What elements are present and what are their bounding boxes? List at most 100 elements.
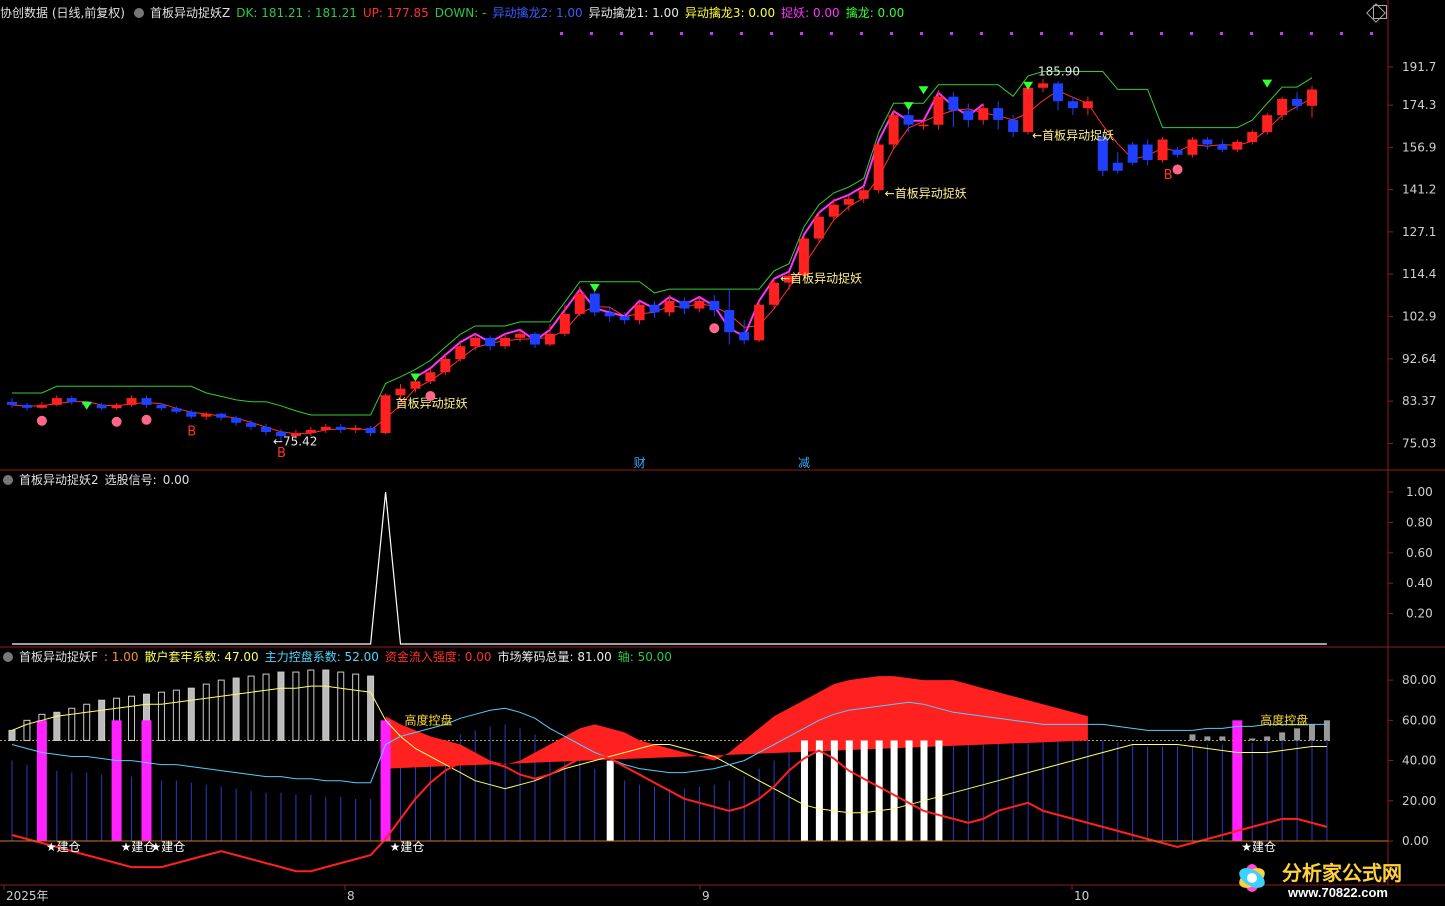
candle-body [813,216,824,239]
header-item-2: DOWN: - [434,6,487,20]
candle-body [858,190,869,199]
candle-body [1247,132,1258,142]
candle-body [111,404,122,409]
chip-bar [1323,720,1330,741]
height-control-area [385,676,1088,769]
candle-body [380,395,391,434]
first-board-label: ←首板异动捉妖 [885,185,967,200]
top-marker-dot [860,32,863,35]
candle-body [1187,139,1198,155]
candle-body [1307,89,1317,106]
panel3-item-2: 主力控盘系数: 52.00 [264,650,379,664]
top-marker-dot [680,32,683,35]
price-tick-label: 156.9 [1402,140,1436,154]
candle-body [933,96,944,125]
candle-body [1172,149,1183,155]
chip-bar [322,669,330,741]
height-control-label: 高度控盘 [1260,712,1308,727]
chip-bar [247,675,255,741]
build-position-bar [141,720,152,841]
candle-body [335,426,346,430]
candle-body [1008,119,1019,133]
candle-body [201,413,212,417]
candle-body [21,404,32,408]
chip-bar [202,683,210,741]
settings-dot-icon[interactable] [134,8,144,18]
badge-icon [425,391,436,402]
sell-signal-triangle [410,373,421,382]
chip-bar [262,673,270,741]
candle-body [470,337,481,347]
top-marker-dot [1220,32,1223,35]
watermark-logo: 分析家公式网 www.70822.com [1228,854,1433,902]
signal-tick-label: 0.60 [1406,546,1433,560]
signal-panel-header: 首板异动捉妖2 选股信号: 0.00 [0,471,189,489]
restore-icon[interactable] [1373,5,1387,19]
chip-bar [217,679,225,741]
top-marker-dot [1040,32,1043,35]
candle-body [828,204,839,217]
price-tick-label: 92.64 [1402,352,1436,366]
sell-signal-triangle [1262,79,1273,88]
header-item-5: 异动擒龙3: 0.00 [684,6,776,20]
build-label: ★建仓 [150,840,185,854]
candle-body [903,115,914,125]
price-tick-label: 191.7 [1402,60,1436,74]
panel3-dot-icon[interactable] [3,652,13,662]
chip-bar [1264,736,1271,741]
top-marker-dot [1340,32,1343,35]
candle-body [843,198,854,205]
top-marker-dot [1280,32,1283,35]
candle-body [1038,83,1049,88]
watermark-url: www.70822.com [1287,885,1388,900]
white-stripe-bar [845,740,853,841]
panel3-item-1: 散户套牢系数: 47.00 [144,650,259,664]
candle-body [918,124,929,127]
build-position-bar [111,720,122,841]
candle-body [320,426,331,430]
top-marker-dot [1190,32,1193,35]
white-stripe-bar [800,740,808,841]
signal-tick-label: 0.80 [1406,515,1433,529]
candle-body [754,304,765,341]
candle-body [410,381,421,389]
candle-body [694,300,705,309]
chip-bar [307,669,315,741]
top-marker-dot [1370,32,1373,35]
candle-body [709,300,720,311]
chip-bar [68,707,76,741]
signal-tick-label: 0.20 [1406,607,1433,621]
candle-body [649,304,660,313]
white-stripe-bar [860,740,868,841]
candle-body [619,316,630,321]
candle-body [679,300,690,309]
top-marker-dot [650,32,653,35]
header-item-1: UP: 177.85 [362,6,429,20]
candle-body [440,358,451,373]
panel2-dot-icon[interactable] [3,475,13,485]
first-board-label: ←首板异动捉妖 [780,271,862,286]
top-marker-dot [1010,32,1013,35]
chip-bar [1189,734,1196,741]
flower-logo-icon: 分析家公式网 www.70822.com [1239,861,1402,900]
candle-body [141,398,152,405]
chip-bar [1204,736,1211,741]
top-marker-dot [1310,32,1313,35]
date-tick-label: 2025年 [6,889,49,903]
chip-bar [98,699,106,741]
panel2-signal-label: 选股信号: [104,473,157,487]
panel3-item-4: 市场筹码总量: 81.00 [497,650,612,664]
build-position-bar [380,720,391,841]
date-tick-label: 8 [347,889,355,903]
chip-bar [187,687,195,741]
control-tick-label: 80.00 [1402,673,1436,687]
indicator-name[interactable]: 首板异动捉妖Z [150,4,230,22]
panel2-title[interactable]: 首板异动捉妖2 [19,471,99,489]
header-item-0: DK: 181.21 : 181.21 [236,6,357,20]
high-price-label: 185.90 [1038,64,1080,78]
panel3-title[interactable]: 首板异动捉妖F [19,648,98,666]
candle-body [739,332,750,341]
candle-body [365,427,376,434]
chip-bar [1309,724,1315,741]
date-tick-label: 10 [1074,889,1089,903]
